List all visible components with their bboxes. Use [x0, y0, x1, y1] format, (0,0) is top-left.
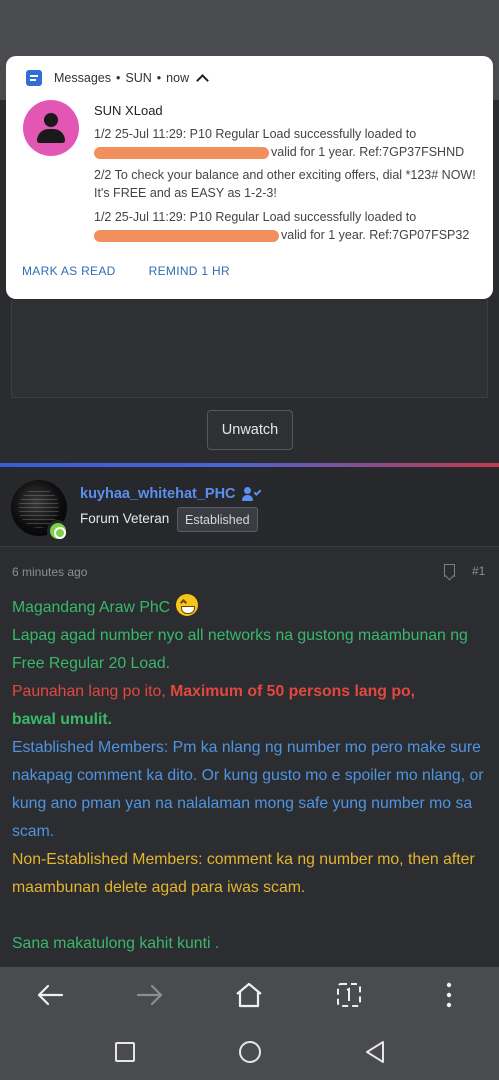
notification-message-3: 1/2 25-Jul 11:29: P10 Regular Load succe… [94, 210, 470, 242]
triangle-back-icon [365, 1040, 384, 1063]
post-line-3a: Paunahan lang po ito, [12, 683, 171, 700]
post-line-6: Sana makatulong kahit kunti . [12, 935, 220, 952]
user-title: Forum Veteran [80, 511, 170, 526]
post-number[interactable]: #1 [472, 564, 485, 578]
post-line-3b: Maximum of 50 persons lang po, [170, 683, 416, 700]
reply-editor[interactable] [11, 300, 488, 398]
tabs-button[interactable] [329, 975, 369, 1015]
forum-post: kuyhaa_whitehat_PHC Forum Veteran Establ… [0, 467, 499, 967]
home-system-button[interactable] [230, 1032, 270, 1072]
home-icon [236, 982, 263, 1008]
notification-message-2: 2/2 To check your balance and other exci… [94, 168, 476, 200]
notification-sender: SUN XLoad [94, 103, 163, 118]
post-line-greeting: Magandang Araw PhC [12, 599, 171, 616]
recents-button[interactable] [105, 1032, 145, 1072]
tabs-icon [337, 983, 362, 1007]
home-button[interactable] [229, 975, 269, 1015]
notification-header[interactable]: Messages • SUN • now [26, 70, 209, 87]
system-navigation-bar [0, 1023, 499, 1080]
post-line-2: Lapag agad number nyo all networks na gu… [12, 627, 468, 672]
arrow-left-icon [37, 984, 63, 1006]
notification-time: now [166, 71, 190, 85]
post-line-4: Established Members: Pm ka nlang ng numb… [12, 739, 484, 840]
sms-notification[interactable]: Messages • SUN • now SUN XLoad 1/2 25-Ju… [6, 56, 493, 299]
post-time[interactable]: 6 minutes ago [12, 565, 87, 579]
redacted-number [94, 146, 269, 159]
circle-icon [238, 1040, 261, 1063]
forward-button[interactable] [130, 975, 170, 1015]
established-badge: Established [177, 507, 258, 532]
post-line-3c: bawal umulit. [12, 711, 113, 728]
notification-app-name: Messages [54, 71, 111, 85]
redacted-number [94, 229, 279, 242]
mark-as-read-button[interactable]: MARK AS READ [22, 264, 116, 278]
browser-toolbar [0, 967, 499, 1023]
grinning-emoji-icon [176, 594, 199, 616]
back-system-button[interactable] [355, 1032, 395, 1072]
post-line-5: Non-Established Members: comment ka ng n… [12, 851, 475, 896]
notification-message-1: 1/2 25-Jul 11:29: P10 Regular Load succe… [94, 127, 465, 159]
contact-avatar [23, 100, 79, 156]
back-button[interactable] [30, 975, 70, 1015]
notification-source: SUN [125, 71, 152, 85]
menu-button[interactable] [429, 975, 469, 1015]
post-body: Magandang Araw PhC Lapag agad number nyo… [12, 594, 496, 958]
chevron-up-icon[interactable] [196, 74, 209, 87]
remind-button[interactable]: REMIND 1 HR [149, 264, 230, 278]
square-icon [114, 1041, 135, 1062]
messages-app-icon [26, 70, 42, 86]
more-vertical-icon [446, 982, 452, 1008]
unwatch-button[interactable]: Unwatch [207, 410, 293, 450]
username-link[interactable]: kuyhaa_whitehat_PHC [80, 486, 236, 502]
verified-user-icon [241, 487, 262, 501]
bookmark-icon[interactable] [444, 564, 455, 577]
arrow-right-icon [136, 984, 162, 1006]
online-status-icon [47, 520, 69, 542]
post-header: kuyhaa_whitehat_PHC Forum Veteran Establ… [0, 467, 499, 547]
